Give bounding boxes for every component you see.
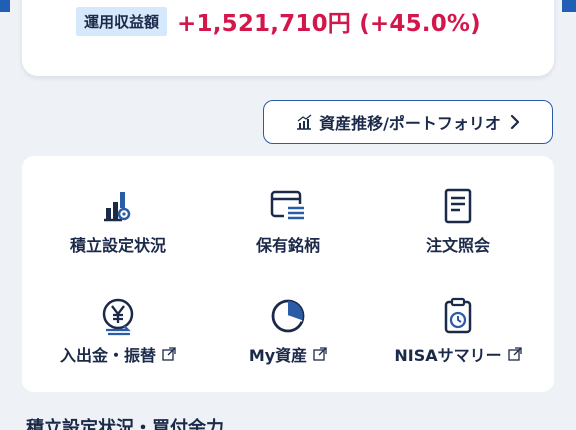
menu-item-accumulation-settings[interactable]: 積立設定状況 [38, 186, 198, 256]
header-band-right [562, 0, 576, 12]
asset-portfolio-button[interactable]: 資産推移/ポートフォリオ [263, 100, 553, 144]
menu-item-label: My資産 [248, 346, 308, 365]
menu-item-label: 注文照会 [425, 236, 490, 255]
menu-item-nisa-summary[interactable]: NISAサマリー [378, 296, 538, 366]
asset-button-label: 資産推移/ポートフォリオ [319, 114, 501, 133]
header-band-left [0, 0, 10, 12]
menu-item-order-inquiry[interactable]: 注文照会 [378, 186, 538, 256]
summary-card: 運用収益額 +1,521,710円 (+45.0%) [22, 0, 554, 76]
gain-label: 運用収益額 [76, 6, 168, 36]
menu-item-label: 積立設定状況 [69, 236, 166, 255]
yen-transfer-icon [102, 298, 134, 336]
pie-chart-icon [271, 299, 305, 333]
menu-item-label: 保有銘柄 [255, 236, 320, 255]
menu-card: 積立設定状況 保有銘柄 注文照会 入出金・振替 My資産 NISAサマリー [22, 156, 554, 392]
gain-row: 運用収益額 +1,521,710円 (+45.0%) [76, 4, 481, 38]
menu-item-label: NISAサマリー [394, 346, 502, 365]
document-icon [444, 188, 472, 224]
menu-item-label: 入出金・振替 [59, 346, 156, 365]
card-list-icon [270, 190, 306, 222]
menu-item-deposit-withdrawal[interactable]: 入出金・振替 [38, 296, 198, 366]
chart-gear-icon [104, 192, 131, 222]
clipboard-clock-icon [444, 297, 472, 334]
menu-item-my-assets[interactable]: My資産 [208, 296, 368, 366]
external-link-icon [162, 347, 176, 361]
bar-chart-icon [297, 114, 312, 130]
external-link-icon [507, 347, 522, 361]
chevron-right-icon [510, 114, 520, 130]
external-link-icon [313, 347, 327, 361]
section-title: 積立設定状況・買付余力 [26, 418, 224, 430]
gain-value: +1,521,710円 (+45.0%) [177, 11, 481, 37]
menu-item-holdings[interactable]: 保有銘柄 [208, 186, 368, 256]
